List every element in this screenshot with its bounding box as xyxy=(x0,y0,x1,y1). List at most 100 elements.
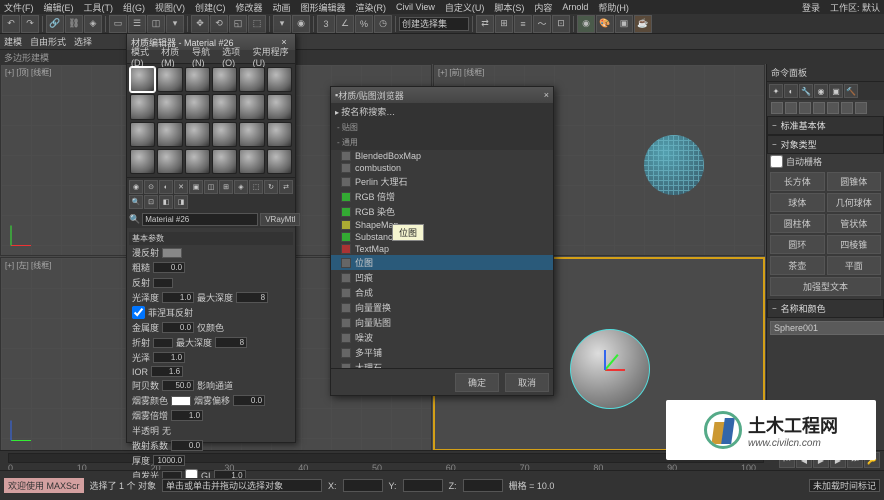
viewport-top-label[interactable]: [+] [顶] [线框] xyxy=(5,67,51,78)
systems-icon[interactable] xyxy=(855,102,867,114)
basic-params-header[interactable]: 基本参数 xyxy=(129,232,293,245)
shapes-icon[interactable] xyxy=(785,102,797,114)
material-slot-22[interactable] xyxy=(239,149,264,174)
browser-item-向量贴图[interactable]: 向量贴图 xyxy=(331,315,553,330)
placement-button[interactable]: ⬚ xyxy=(248,15,266,33)
sphere-wireframe[interactable] xyxy=(644,135,704,195)
geosphere-button[interactable]: 几何球体 xyxy=(827,193,882,212)
fogm-spinner[interactable]: 1.0 xyxy=(171,410,203,421)
material-slot-9[interactable] xyxy=(212,94,237,119)
redo-button[interactable]: ↷ xyxy=(21,15,39,33)
box-button[interactable]: 长方体 xyxy=(770,172,825,191)
browser-item-combustion[interactable]: combustion xyxy=(331,162,553,174)
browser-item-向量置换[interactable]: 向量置换 xyxy=(331,300,553,315)
browser-item-合成[interactable]: 合成 xyxy=(331,285,553,300)
schematic-button[interactable]: ⊡ xyxy=(552,15,570,33)
mat-menu-material[interactable]: 材质(M) xyxy=(161,45,186,68)
motion-tab[interactable]: ◉ xyxy=(814,84,828,98)
material-slot-7[interactable] xyxy=(157,94,182,119)
browser-cancel-button[interactable]: 取消 xyxy=(505,373,549,392)
browser-item-ShapeMap[interactable]: ShapeMap xyxy=(331,219,553,231)
angle-snap-button[interactable]: ∠ xyxy=(336,15,354,33)
browser-item-BlendedBoxMap[interactable]: BlendedBoxMap xyxy=(331,150,553,162)
refract-swatch[interactable] xyxy=(153,338,173,348)
menu-tools[interactable]: 工具(T) xyxy=(84,1,114,14)
mat-menu-nav[interactable]: 导航(N) xyxy=(192,45,216,68)
scat-spinner[interactable]: 0.0 xyxy=(171,440,203,451)
plane-button[interactable]: 平面 xyxy=(827,256,882,275)
material-slot-12[interactable] xyxy=(130,122,155,147)
material-slot-14[interactable] xyxy=(185,122,210,147)
render-frame-button[interactable]: ▣ xyxy=(615,15,633,33)
transform-gizmo[interactable] xyxy=(605,354,635,384)
curve-editor-button[interactable]: 〜 xyxy=(533,15,551,33)
pick-material-icon[interactable]: 🔍 xyxy=(129,214,140,225)
mat-tool-0[interactable]: ◉ xyxy=(129,180,143,194)
maxd-spinner[interactable]: 8 xyxy=(236,292,268,303)
thick-spinner[interactable]: 1000.0 xyxy=(153,455,185,466)
unlink-button[interactable]: ⛓ xyxy=(65,15,83,33)
mat-tool-4[interactable]: ▣ xyxy=(189,180,203,194)
filter-button[interactable]: ▾ xyxy=(166,15,184,33)
pivot-button[interactable]: ◉ xyxy=(292,15,310,33)
utilities-tab[interactable]: 🔨 xyxy=(844,84,858,98)
diffuse-swatch[interactable] xyxy=(162,248,182,258)
menu-file[interactable]: 文件(F) xyxy=(4,1,34,14)
torus-button[interactable]: 圆环 xyxy=(770,235,825,254)
mat-tool-8[interactable]: ⬚ xyxy=(249,180,263,194)
material-slot-4[interactable] xyxy=(239,67,264,92)
create-tab[interactable]: ✦ xyxy=(769,84,783,98)
std-primitives-rollout[interactable]: 标准基本体 xyxy=(767,116,884,135)
maxscript-listener[interactable]: 欢迎使用 MAXScr xyxy=(4,478,84,493)
render-setup-button[interactable]: 🎨 xyxy=(596,15,614,33)
browser-item-RGB 倍增[interactable]: RGB 倍增 xyxy=(331,189,553,204)
geometry-icon[interactable] xyxy=(771,102,783,114)
link-button[interactable]: 🔗 xyxy=(46,15,64,33)
rotate-button[interactable]: ⟲ xyxy=(210,15,228,33)
browser-item-凹痕[interactable]: 凹痕 xyxy=(331,270,553,285)
fog-swatch[interactable] xyxy=(171,396,191,406)
gi-checkbox[interactable] xyxy=(185,469,198,478)
material-slot-3[interactable] xyxy=(212,67,237,92)
menu-help[interactable]: 帮助(H) xyxy=(598,1,629,14)
menu-arnold[interactable]: Arnold xyxy=(562,2,588,12)
select-button[interactable]: ▭ xyxy=(109,15,127,33)
browser-item-Substance[interactable]: Substance xyxy=(331,231,553,243)
workspace-dropdown[interactable]: 工作区: 默认 xyxy=(830,1,880,14)
sphere-button[interactable]: 球体 xyxy=(770,193,825,212)
timeline-track[interactable] xyxy=(8,453,764,463)
mirror-button[interactable]: ⇄ xyxy=(476,15,494,33)
menu-graph-editors[interactable]: 图形编辑器 xyxy=(301,1,346,14)
align-button[interactable]: ⊞ xyxy=(495,15,513,33)
mat-tool-13[interactable]: ◧ xyxy=(159,195,173,209)
space-warps-icon[interactable] xyxy=(841,102,853,114)
material-type-button[interactable]: VRayMtl xyxy=(260,213,300,226)
search-rollout[interactable]: ▸ 按名称搜索… xyxy=(331,103,553,120)
snap-button[interactable]: 3 xyxy=(317,15,335,33)
mat-tool-5[interactable]: ◫ xyxy=(204,180,218,194)
browser-close-button[interactable]: × xyxy=(544,90,549,100)
material-slot-10[interactable] xyxy=(239,94,264,119)
teapot-button[interactable]: 茶壶 xyxy=(770,256,825,275)
browser-item-多平铺[interactable]: 多平铺 xyxy=(331,345,553,360)
ref-coord-button[interactable]: ▾ xyxy=(273,15,291,33)
login-link[interactable]: 登录 xyxy=(802,1,820,14)
mat-tool-14[interactable]: ◨ xyxy=(174,195,188,209)
mat-menu-util[interactable]: 实用程序(U) xyxy=(253,45,291,68)
menu-view[interactable]: 视图(V) xyxy=(155,1,185,14)
ribbon-freeform[interactable]: 自由形式 xyxy=(30,35,66,48)
x-field[interactable] xyxy=(343,479,383,492)
mat-tool-1[interactable]: ⊙ xyxy=(144,180,158,194)
fresnel-checkbox[interactable] xyxy=(132,306,145,319)
material-slot-15[interactable] xyxy=(212,122,237,147)
material-slot-0[interactable] xyxy=(130,67,155,92)
material-slot-1[interactable] xyxy=(157,67,182,92)
material-slot-13[interactable] xyxy=(157,122,182,147)
pyramid-button[interactable]: 四棱锥 xyxy=(827,235,882,254)
mat-tool-9[interactable]: ↻ xyxy=(264,180,278,194)
hierarchy-tab[interactable]: 🔧 xyxy=(799,84,813,98)
mat-menu-mode[interactable]: 模式(D) xyxy=(131,45,155,68)
bind-button[interactable]: ◈ xyxy=(84,15,102,33)
cone-button[interactable]: 圆锥体 xyxy=(827,172,882,191)
material-slot-2[interactable] xyxy=(185,67,210,92)
